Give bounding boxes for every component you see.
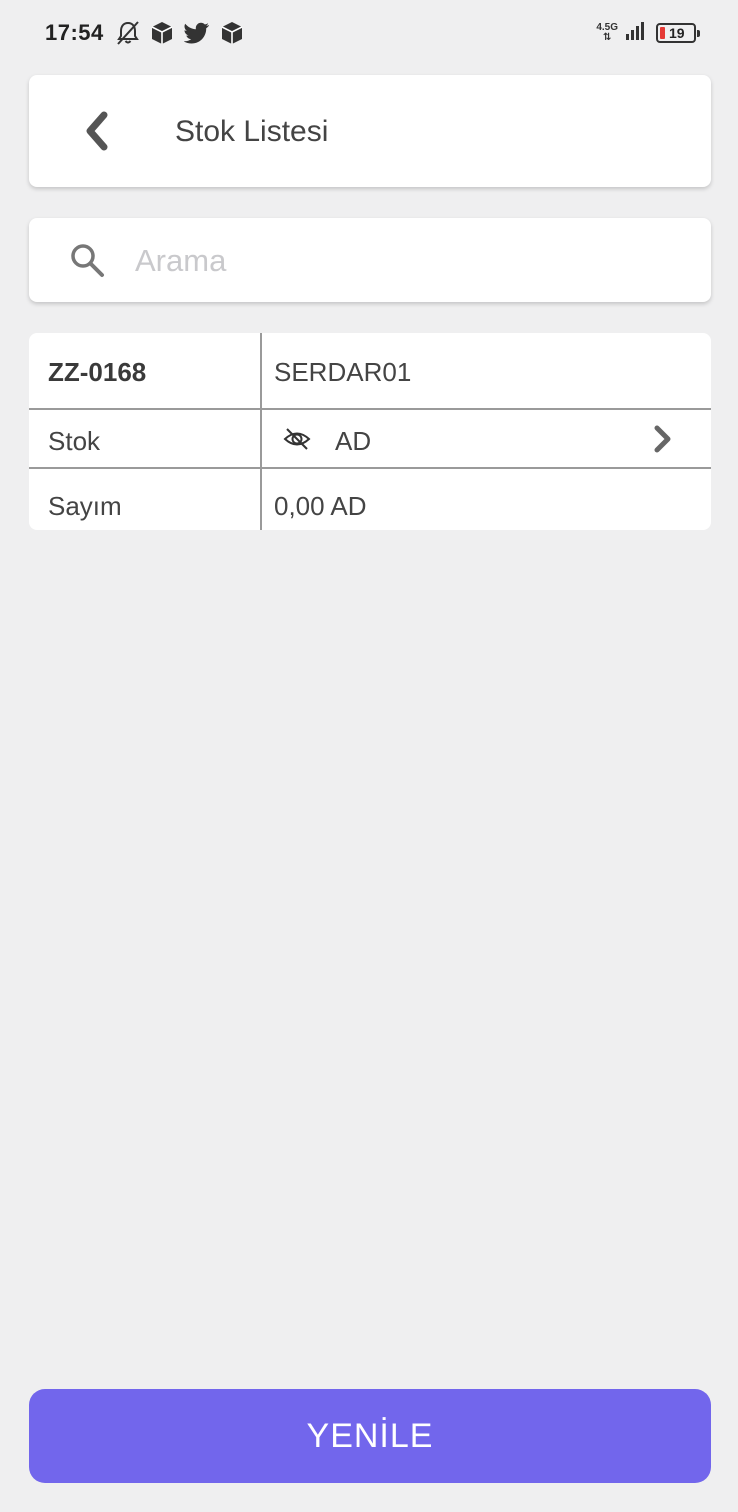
battery-icon: 19	[656, 22, 700, 43]
column-divider	[260, 333, 262, 530]
data-arrows-icon: ⇅	[602, 31, 612, 43]
stok-unit: AD	[335, 426, 372, 456]
stock-name: SERDAR01	[274, 357, 412, 387]
page-title: Stok Listesi	[175, 115, 329, 148]
notification-icons	[116, 20, 244, 46]
status-time: 17:54	[45, 20, 104, 45]
stok-row[interactable]: Stok AD	[29, 410, 711, 469]
stock-item-card: ZZ-0168 SERDAR01 Stok AD Sayım 0,00 AD	[29, 333, 711, 530]
sayim-label: Sayım	[48, 491, 122, 521]
chevron-right-icon	[654, 425, 671, 453]
refresh-button[interactable]: YENİLE	[29, 1389, 711, 1483]
signal-icon	[626, 20, 648, 45]
stok-label: Stok	[48, 426, 101, 456]
stock-code: ZZ-0168	[48, 357, 147, 387]
search-icon	[71, 244, 104, 277]
battery-level	[660, 26, 665, 39]
sayim-value: 0,00 AD	[274, 491, 367, 521]
twitter-icon	[184, 22, 210, 44]
sayim-row: Sayım 0,00 AD	[29, 469, 711, 530]
search-input[interactable]	[133, 234, 677, 288]
package-icon	[220, 20, 244, 46]
status-bar: 17:54 4.5G ⇅ 19	[0, 0, 738, 66]
header-bar: Stok Listesi	[29, 75, 711, 187]
network-indicator: 4.5G ⇅	[596, 21, 618, 43]
battery-tip	[697, 29, 700, 37]
eye-off-icon[interactable]	[283, 427, 311, 451]
system-icons: 4.5G ⇅ 19	[596, 20, 700, 45]
package-icon	[150, 20, 174, 46]
stock-item-header-row: ZZ-0168 SERDAR01	[29, 333, 711, 410]
network-type: 4.5G	[596, 21, 618, 33]
bell-off-icon	[116, 20, 140, 46]
search-bar	[29, 218, 711, 302]
chevron-left-icon	[86, 111, 108, 151]
back-button[interactable]	[79, 109, 115, 153]
battery-percentage: 19	[669, 24, 685, 41]
